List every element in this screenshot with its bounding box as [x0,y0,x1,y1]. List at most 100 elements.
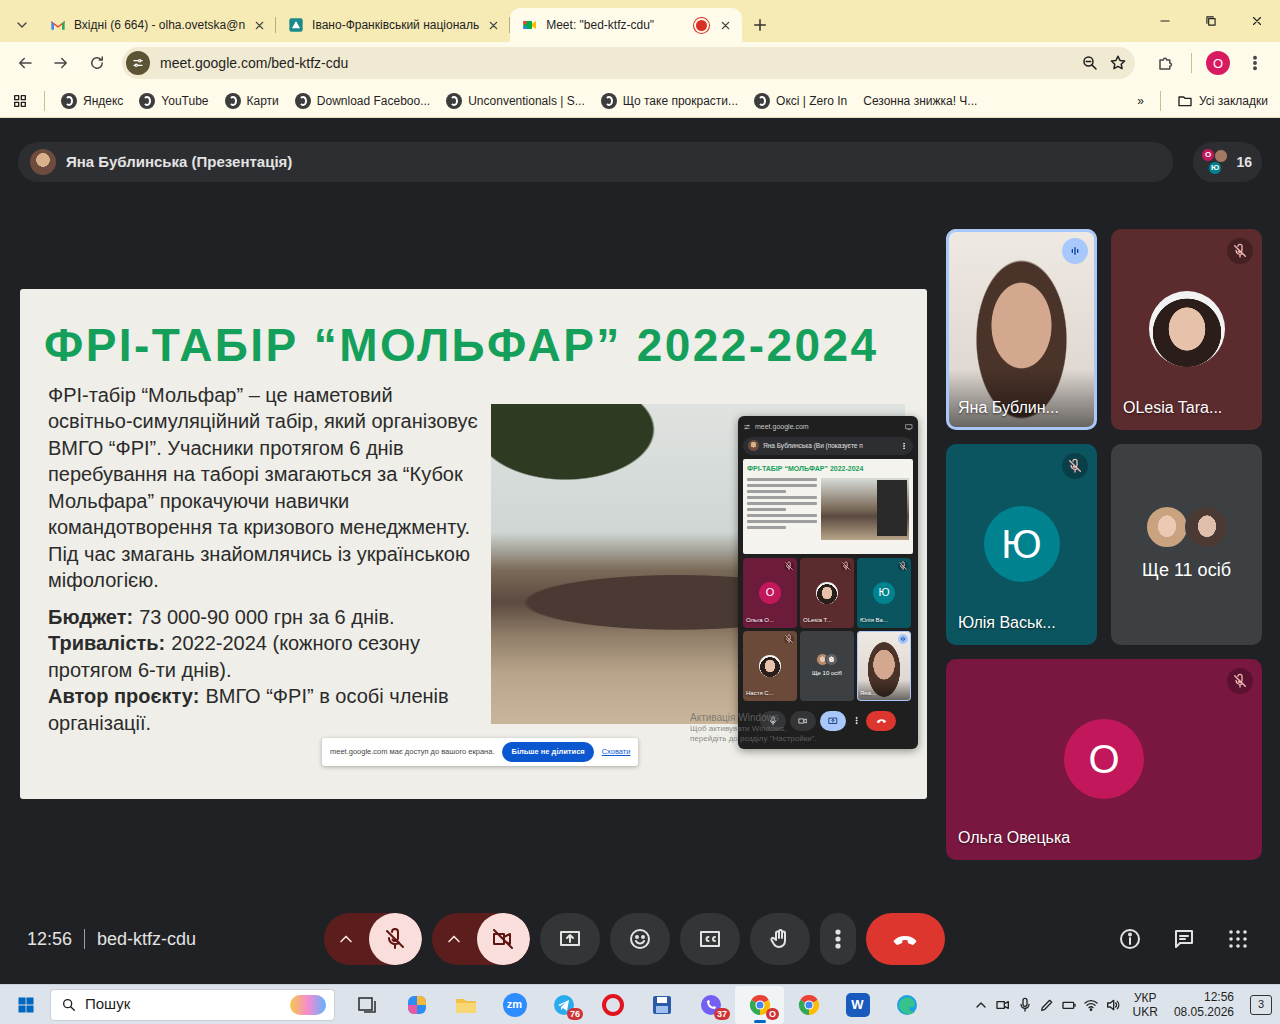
participant-tile[interactable]: OLesia Tara... [1111,229,1262,430]
participant-tile[interactable]: ВЩе 10 осіб [800,631,854,701]
tab-close-icon[interactable] [253,19,266,32]
forward-arrow-icon[interactable] [44,46,78,80]
bookmark-star-icon[interactable] [1109,54,1127,72]
more-icon [850,711,862,731]
bookmark[interactable]: Download Faceboo... [295,92,430,110]
participant-tile[interactable]: Яна Бублин... [946,229,1097,430]
bookmark[interactable]: Що таке прокрасти... [601,92,738,110]
apps-icon[interactable] [12,93,28,109]
tab-close-icon[interactable] [719,19,732,32]
participant-tile[interactable]: Яна... [857,631,911,701]
avatar-initial: О [1205,151,1211,159]
fact-label: Бюджет: [48,606,133,628]
stop-sharing-button[interactable]: Більше не ділитися [502,742,593,761]
people-button[interactable]: ОЮ16 [1193,142,1262,182]
avatar-initial: В [829,655,834,666]
taskbar-app[interactable]: W [833,986,882,1024]
mic-button[interactable] [369,913,422,965]
more-options-button[interactable] [820,913,856,965]
tab-label: Meet: "bed-ktfz-cdu" [546,16,688,34]
taskview-icon [356,993,380,1017]
all-bookmarks[interactable]: Усі закладки [1177,92,1268,110]
chat-icon[interactable] [1172,927,1196,951]
leave-call-button[interactable] [866,913,945,965]
mic-options-button[interactable] [324,913,369,965]
camera-icon[interactable] [995,997,1011,1013]
participant-tile[interactable]: OLesia T... [800,558,854,628]
avatar-initial: Ю [1001,524,1041,564]
reload-icon[interactable] [80,46,114,80]
bookmark[interactable]: YouTube [139,92,208,110]
bookmark[interactable]: Сезонна знижка! Ч... [863,92,977,110]
bookmark[interactable]: Карти [225,92,279,110]
gmail-favicon-icon [50,17,66,33]
browser-tab[interactable]: Івано-Франківський національ [276,8,510,42]
volume-icon[interactable] [1105,997,1121,1013]
menu-icon[interactable] [1238,46,1272,80]
tab-close-icon[interactable] [487,19,500,32]
microphone-icon[interactable] [1017,997,1033,1013]
taskbar-app[interactable] [588,986,637,1024]
browser-tab[interactable]: Вхідні (6 664) - olha.ovetska@n [38,8,276,42]
raise-hand-button[interactable] [750,913,810,965]
present-button[interactable] [540,913,600,965]
taskbar-app[interactable] [882,986,931,1024]
taskbar-app[interactable]: O [735,986,784,1024]
maximize-icon[interactable] [1204,14,1218,28]
pen-icon[interactable] [1039,997,1055,1013]
windows-start-icon[interactable] [14,995,38,1015]
participant-tile[interactable]: ЮЮлія Ва... [857,558,911,628]
camera-button[interactable] [477,913,530,965]
taskbar-app[interactable] [784,986,833,1024]
wifi-icon[interactable] [1083,997,1099,1013]
profile-avatar[interactable]: O [1206,51,1230,75]
taskbar-app[interactable]: 76 [539,986,588,1024]
tile-highlight [946,229,1097,430]
clock[interactable]: 12:5608.05.2026 [1174,990,1234,1020]
notifications-count[interactable]: 3 [1250,995,1272,1015]
language-indicator[interactable]: УКРUKR [1133,991,1158,1019]
tray-expand-icon[interactable] [973,997,989,1013]
bookmark[interactable]: Оксі | Zero In [754,92,847,110]
taskbar-app[interactable] [441,986,490,1024]
participant-tile[interactable]: ЮЮлія Васьк... [946,444,1097,645]
taskbar-app[interactable] [343,986,392,1024]
more-bookmarks[interactable]: » [1137,92,1144,110]
address-bar[interactable]: meet.google.com/bed-ktfz-cdu [122,47,1135,79]
presenter-label: Яна Бублинська (Презентація) [66,151,292,174]
folder-icon [454,993,478,1017]
taskbar-app[interactable]: 37 [686,986,735,1024]
extensions-icon[interactable] [1149,46,1183,80]
participant-tile[interactable]: ООльга О... [743,558,797,628]
camera-options-button[interactable] [432,913,477,965]
participant-tile[interactable]: ООльга Овецька [946,659,1262,860]
new-tab-icon[interactable] [751,16,769,34]
fact-value: 73 000-90 000 грн за 6 днів. [139,606,394,628]
close-window-icon[interactable] [1250,14,1264,28]
hide-link[interactable]: Сховати [602,746,631,757]
activities-icon[interactable] [1226,927,1250,951]
captions-button[interactable] [680,913,740,965]
back-arrow-icon[interactable] [8,46,42,80]
browser-tab[interactable]: Meet: "bed-ktfz-cdu" [510,8,742,42]
battery-icon[interactable] [1061,997,1077,1013]
taskbar-search[interactable]: Пошук [50,989,335,1021]
site-info-icon[interactable] [126,51,150,75]
reactions-button[interactable] [610,913,670,965]
bookmark-label: Unconventionals | S... [468,92,585,110]
tab-search-icon[interactable] [14,17,30,33]
participant-tile[interactable]: Ще 11 осіб [1111,444,1262,645]
bookmark[interactable]: Яндекс [61,92,123,110]
zoom-icon[interactable] [1081,54,1099,72]
participant-tile[interactable]: Настя С... [743,631,797,701]
minimize-icon[interactable] [1158,14,1172,28]
address-url[interactable]: meet.google.com/bed-ktfz-cdu [160,53,348,74]
tile-highlight [1111,444,1262,645]
taskbar-app[interactable]: zm [490,986,539,1024]
language-label: УКР [1133,991,1158,1005]
taskbar-app[interactable] [392,986,441,1024]
bookmark-label: Карти [247,92,279,110]
info-icon[interactable] [1118,927,1142,951]
bookmark[interactable]: Unconventionals | S... [446,92,585,110]
taskbar-app[interactable] [637,986,686,1024]
